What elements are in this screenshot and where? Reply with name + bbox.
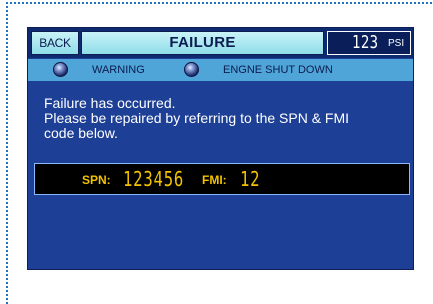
message-line-1: Failure has occurred. — [44, 95, 176, 111]
engine-shutdown-indicator-led-icon — [184, 62, 199, 77]
pressure-readout: 123 PSI — [327, 31, 411, 55]
fmi-label: FMI: — [202, 173, 227, 187]
message-line-3: code below. — [44, 125, 118, 141]
page-title: FAILURE — [81, 31, 324, 55]
spn-label: SPN: — [82, 173, 111, 187]
fmi-value: 12 — [240, 167, 261, 191]
pressure-value: 123 — [352, 32, 379, 53]
header-bar: BACK FAILURE 123 PSI — [28, 28, 413, 58]
warning-indicator-led-icon — [53, 62, 68, 77]
failure-code-bar: SPN: 123456 FMI: 12 — [34, 163, 410, 195]
back-button[interactable]: BACK — [31, 31, 79, 55]
warning-label: WARNING — [92, 64, 145, 76]
spn-value: 123456 — [123, 167, 185, 191]
pressure-unit: PSI — [388, 38, 405, 49]
engine-shutdown-label: ENGNE SHUT DOWN — [223, 64, 333, 76]
message-line-2: Please be repaired by referring to the S… — [44, 110, 350, 126]
failure-message: Failure has occurred. Please be repaired… — [44, 96, 404, 141]
status-indicator-row: WARNING ENGNE SHUT DOWN — [28, 59, 413, 81]
failure-screen: BACK FAILURE 123 PSI WARNING ENGNE SHUT … — [27, 27, 414, 270]
